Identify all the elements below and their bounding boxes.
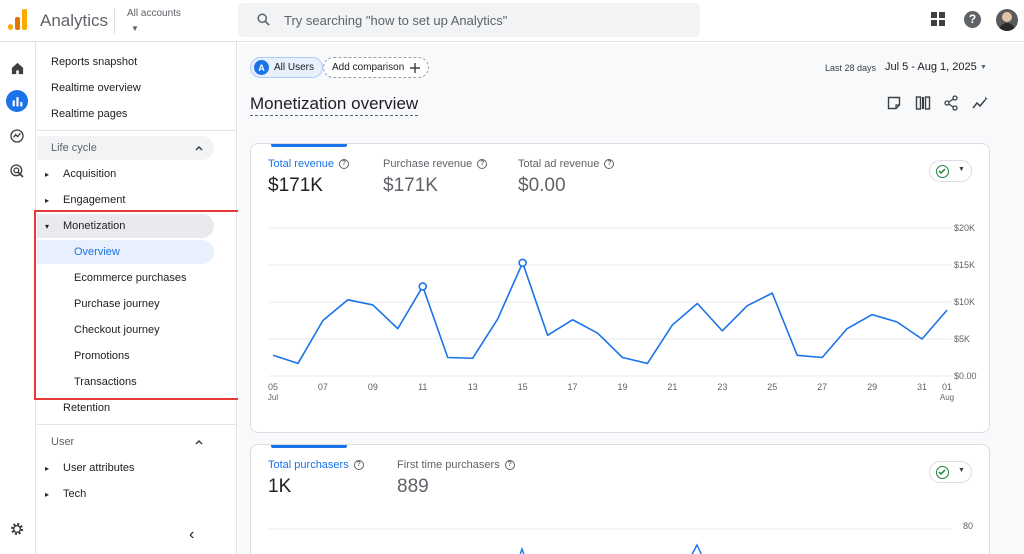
x-tick-month-label: Aug [940, 393, 954, 402]
series-line-fragment [519, 546, 525, 554]
data-point-marker [418, 282, 428, 291]
advertising-icon[interactable] [6, 160, 28, 182]
settings-gear-icon[interactable] [6, 518, 28, 540]
nav-item-engagement[interactable]: Engagement [63, 194, 125, 206]
x-tick-label: 17 [568, 382, 578, 392]
top-bar: Analytics All accounts ▼ Try searching "… [0, 0, 1024, 42]
y-tick-label: $10K [954, 297, 975, 307]
main-content: A All Users Add comparison Last 28 days … [238, 43, 1024, 554]
x-tick-label: 29 [867, 382, 877, 392]
x-tick-label: 11 [418, 382, 427, 392]
x-tick-label: 15 [518, 382, 528, 392]
apps-grid-icon[interactable] [931, 12, 945, 26]
help-icon[interactable]: ? [964, 11, 981, 28]
share-icon[interactable] [943, 95, 959, 111]
y-tick-label: $5K [954, 334, 970, 344]
search-placeholder: Try searching "how to set up Analytics" [284, 13, 508, 28]
revenue-series-line [272, 261, 948, 365]
revenue-line-chart[interactable]: $0.00 $5K $10K $15K $20K 05Jul 07 09 11 13 15 17 19 2… [251, 144, 990, 433]
nav-item-user-attributes[interactable]: User attributes [63, 462, 135, 474]
nav-item-retention[interactable]: Retention [63, 402, 110, 414]
caret-down-icon[interactable]: ▼ [131, 24, 139, 33]
x-tick-month-label: Jul [268, 393, 278, 402]
date-range-label: Last 28 days [825, 63, 877, 73]
collapse-nav-chevron-icon[interactable]: ‹ [189, 526, 194, 544]
compare-columns-icon[interactable] [915, 95, 931, 111]
divider [37, 424, 236, 425]
add-comparison-label: Add comparison [332, 62, 405, 73]
series-line-fragment [691, 543, 702, 554]
section-user[interactable]: User [51, 436, 74, 448]
date-range-picker[interactable]: Jul 5 - Aug 1, 2025 [885, 61, 977, 73]
caret-right-icon[interactable]: ▸ [45, 170, 49, 179]
comparison-badge: A [254, 60, 269, 75]
caret-right-icon[interactable]: ▸ [45, 464, 49, 473]
left-rail [0, 42, 36, 554]
nav-item-realtime-overview[interactable]: Realtime overview [51, 82, 141, 94]
y-tick-label: $0.00 [954, 371, 977, 381]
plus-icon [410, 62, 421, 73]
x-tick-label: 27 [817, 382, 827, 392]
insights-sparkle-icon[interactable] [972, 95, 988, 111]
highlight-annotation-box [34, 210, 258, 400]
x-tick-label: 25 [767, 382, 777, 392]
accounts-selector[interactable]: All accounts [127, 8, 181, 19]
add-comparison-button[interactable]: Add comparison [323, 57, 430, 78]
revenue-card: Total revenue? $171K Purchase revenue? $… [250, 143, 990, 433]
caret-down-icon[interactable]: ▼ [980, 64, 987, 71]
x-tick-label: 21 [667, 382, 677, 392]
chevron-up-icon[interactable] [194, 143, 204, 153]
x-tick-label: 09 [368, 382, 378, 392]
x-tick-label: 07 [318, 382, 328, 392]
home-icon[interactable] [6, 57, 28, 79]
nav-item-acquisition[interactable]: Acquisition [63, 168, 116, 180]
divider [37, 130, 236, 131]
edit-note-icon[interactable] [886, 95, 902, 111]
all-users-chip[interactable]: A All Users [250, 57, 324, 78]
caret-right-icon[interactable]: ▸ [45, 490, 49, 499]
divider [114, 8, 115, 34]
nav-item-reports-snapshot[interactable]: Reports snapshot [51, 56, 137, 68]
purchasers-card: Total purchasers? 1K First time purchase… [250, 444, 990, 554]
x-tick-label: 23 [717, 382, 727, 392]
avatar[interactable] [996, 9, 1018, 31]
x-tick-label: 31 [917, 382, 927, 392]
chip-label: All Users [274, 62, 315, 73]
x-tick-label: 19 [617, 382, 627, 392]
analytics-logo-icon[interactable] [8, 8, 28, 30]
search-icon [257, 13, 270, 26]
y-tick-label: $20K [954, 223, 975, 233]
x-tick-label: 13 [468, 382, 478, 392]
search-bar[interactable]: Try searching "how to set up Analytics" [238, 3, 700, 37]
purchasers-line-chart-partial[interactable] [251, 445, 990, 554]
data-point-marker [518, 258, 527, 268]
y-tick-label: $15K [954, 260, 975, 270]
section-life-cycle[interactable]: Life cycle [51, 142, 97, 154]
x-tick-label: 05 [268, 382, 278, 392]
x-tick-label: 01 [942, 382, 952, 392]
caret-right-icon[interactable]: ▸ [45, 196, 49, 205]
page-title[interactable]: Monetization overview [250, 94, 419, 116]
chevron-up-icon[interactable] [194, 437, 204, 447]
app-title: Analytics [40, 11, 109, 30]
explore-icon[interactable] [6, 125, 28, 147]
reports-icon[interactable] [6, 90, 28, 112]
nav-item-realtime-pages[interactable]: Realtime pages [51, 108, 127, 120]
nav-item-tech[interactable]: Tech [63, 488, 86, 500]
